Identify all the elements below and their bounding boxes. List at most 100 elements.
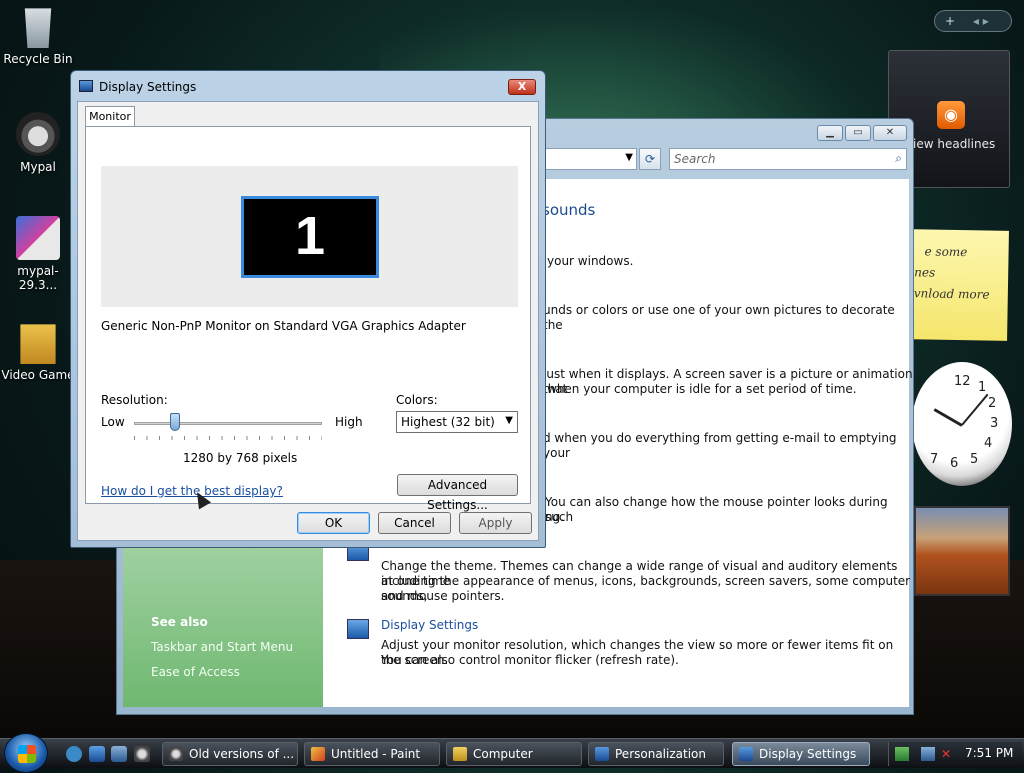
monitor-preview-area: 1 <box>101 166 518 307</box>
monitor-icon[interactable] <box>347 619 369 639</box>
close-button[interactable]: X <box>508 79 536 95</box>
taskbar-button-label: Old versions of ... <box>189 747 295 761</box>
note-line: vnload more <box>913 286 990 302</box>
search-icon[interactable]: ⌕ <box>895 151 902 166</box>
chevron-down-icon[interactable]: ▼ <box>505 415 513 426</box>
paint-icon <box>311 747 325 761</box>
taskbar-button-browser[interactable]: Old versions of ... <box>162 742 298 766</box>
display-settings-dialog[interactable]: Display Settings X Monitor 1 Generic Non… <box>70 70 546 548</box>
display-settings-icon <box>79 80 93 92</box>
computer-icon <box>453 747 467 761</box>
desktop-icon-label: Mypal <box>20 160 56 174</box>
network-icon[interactable] <box>921 747 935 761</box>
resolution-value: 1280 by 768 pixels <box>183 451 298 465</box>
note-line: nes <box>914 265 936 280</box>
clock-number: 7 <box>930 452 939 467</box>
taskbar-button-label: Computer <box>473 747 533 761</box>
desktop-icon-recycle-bin[interactable]: Recycle Bin <box>0 4 76 66</box>
desktop-icon-mypal[interactable]: Mypal <box>0 112 76 174</box>
tab-monitor[interactable]: Monitor <box>85 106 135 127</box>
taskbar-button-display-settings[interactable]: Display Settings <box>732 742 870 766</box>
slider-ticks <box>134 436 322 440</box>
close-icon[interactable]: ✕ <box>873 125 907 141</box>
window-caption-buttons: ▁ ▭ ✕ <box>817 125 907 141</box>
installer-icon <box>16 216 60 260</box>
item-description: d when you do everything from getting e-… <box>543 431 897 460</box>
desktop-icon-mypal-installer[interactable]: mypal-29.3... <box>0 216 76 292</box>
colors-label: Colors: <box>396 393 438 407</box>
resolution-slider-thumb[interactable] <box>170 413 180 431</box>
clock-number: 4 <box>984 436 993 451</box>
folder-icon <box>20 324 56 364</box>
address-bar[interactable]: ▼ <box>545 148 637 170</box>
recycle-bin-icon <box>24 8 52 48</box>
mypal-icon <box>16 112 60 156</box>
ok-button[interactable]: OK <box>297 512 370 534</box>
maximize-icon[interactable]: ▭ <box>845 125 871 141</box>
clock-number: 3 <box>990 416 999 431</box>
item-description: ng. <box>545 510 565 524</box>
page-title: sounds <box>542 201 596 219</box>
display-settings-link[interactable]: Display Settings <box>381 618 478 632</box>
show-desktop-icon[interactable] <box>89 746 105 762</box>
desktop-icon-label: Video Game <box>1 368 75 382</box>
personalization-icon <box>595 747 609 761</box>
refresh-icon[interactable]: ⟳ <box>639 148 661 170</box>
colors-selected: Highest (32 bit) <box>401 415 495 429</box>
chevron-down-icon[interactable]: ▼ <box>625 152 633 163</box>
clock-number: 12 <box>954 374 971 389</box>
minimize-icon[interactable]: ▁ <box>817 125 843 141</box>
desktop-icon-label: mypal-29.3... <box>17 264 59 292</box>
gadget-nav-icon[interactable]: ◂ ▸ <box>973 14 989 28</box>
taskbar-button-computer[interactable]: Computer <box>446 742 582 766</box>
item-description: when your computer is idle for a set per… <box>547 382 857 396</box>
mypal-quicklaunch-icon[interactable] <box>134 746 150 762</box>
clock-number: 6 <box>950 456 959 471</box>
item-description: You can also control monitor flicker (re… <box>381 653 679 667</box>
windows-logo-icon <box>18 745 36 763</box>
clock-time[interactable]: 7:51 PM <box>965 746 1013 760</box>
clock-number: 5 <box>970 452 979 467</box>
taskbar-button-paint[interactable]: Untitled - Paint <box>304 742 440 766</box>
sidebar-controls[interactable]: + ◂ ▸ <box>934 10 1012 32</box>
mypal-icon <box>169 747 183 761</box>
colors-select[interactable]: Highest (32 bit) ▼ <box>396 411 518 433</box>
dialog-body: Monitor 1 Generic Non-PnP Monitor on Sta… <box>77 101 539 541</box>
cancel-button[interactable]: Cancel <box>378 512 451 534</box>
clock-gadget[interactable]: 12 1 2 3 4 5 6 7 <box>912 362 1012 486</box>
monitor-1-preview[interactable]: 1 <box>241 196 379 278</box>
low-label: Low <box>101 415 125 429</box>
volume-muted-icon[interactable]: ✕ <box>941 747 955 761</box>
rss-icon: ◉ <box>937 101 965 129</box>
resolution-label: Resolution: <box>101 393 168 407</box>
taskbar: Old versions of ... Untitled - Paint Com… <box>0 733 1024 773</box>
monitor-name: Generic Non-PnP Monitor on Standard VGA … <box>101 319 466 333</box>
item-description: and mouse pointers. <box>381 589 505 603</box>
network-status-icon[interactable] <box>895 747 909 761</box>
search-input[interactable]: Search ⌕ <box>669 148 907 170</box>
display-settings-icon <box>739 747 753 761</box>
start-button[interactable] <box>4 733 48 773</box>
taskbar-button-label: Personalization <box>615 747 706 761</box>
resolution-slider[interactable] <box>134 422 322 425</box>
system-tray: ✕ 7:51 PM <box>888 742 1022 766</box>
advanced-settings-button[interactable]: Advanced Settings... <box>397 474 518 512</box>
headlines-label[interactable]: iew headlines <box>913 137 995 151</box>
slideshow-gadget[interactable] <box>914 506 1010 596</box>
item-description: You can also change how the mouse pointe… <box>545 495 888 524</box>
taskbar-button-personalization[interactable]: Personalization <box>588 742 724 766</box>
notes-gadget[interactable]: e some nes vnload more <box>905 229 1009 341</box>
taskbar-button-label: Untitled - Paint <box>331 747 421 761</box>
link-ease-of-access[interactable]: Ease of Access <box>151 665 240 679</box>
link-taskbar-start-menu[interactable]: Taskbar and Start Menu <box>151 640 293 654</box>
desktop-icon-video-game[interactable]: Video Game <box>0 320 76 382</box>
apply-button[interactable]: Apply <box>459 512 532 534</box>
monitor-tab-panel: 1 Generic Non-PnP Monitor on Standard VG… <box>85 126 531 512</box>
add-gadget-icon[interactable]: + <box>945 14 955 28</box>
item-description: your windows. <box>547 254 634 268</box>
internet-explorer-icon[interactable] <box>66 746 82 762</box>
see-also-heading: See also <box>151 615 208 629</box>
desktop-icon-label: Recycle Bin <box>3 52 73 66</box>
switch-windows-icon[interactable] <box>111 746 127 762</box>
dialog-title: Display Settings <box>99 80 197 94</box>
